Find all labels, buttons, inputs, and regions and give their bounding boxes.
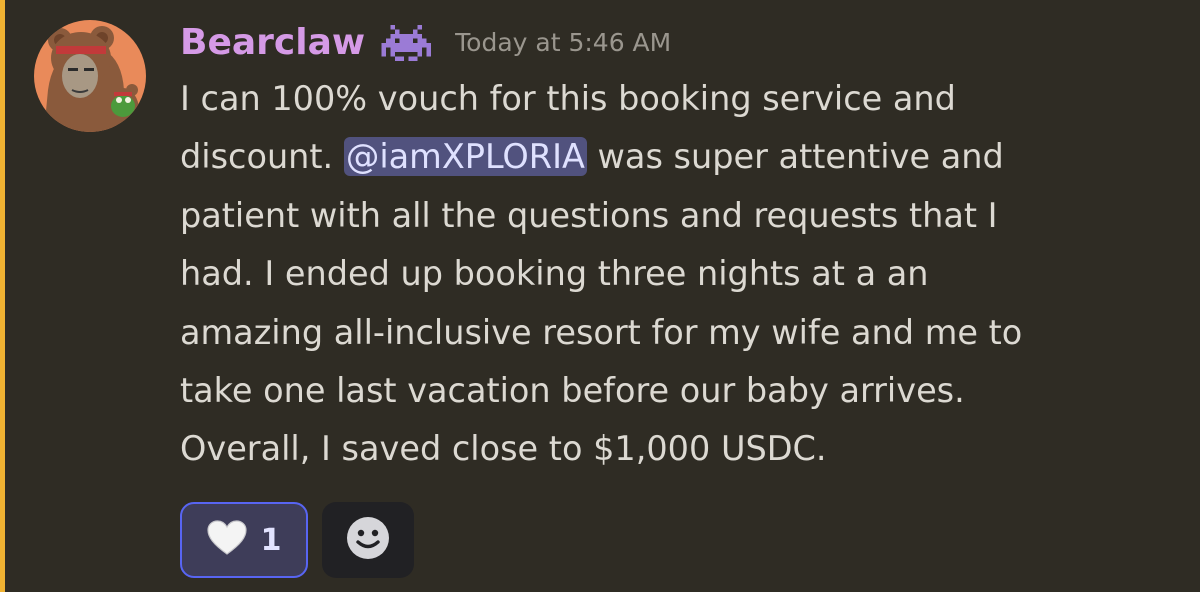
message-header: Bearclaw Today at 5:46 AM <box>180 16 671 70</box>
mention-highlight-bar <box>0 0 5 592</box>
message-line: Overall, I saved close to $1,000 USDC. <box>180 420 1180 478</box>
avatar[interactable] <box>34 20 146 132</box>
message-timestamp[interactable]: Today at 5:46 AM <box>455 16 671 70</box>
message-line: patient with all the questions and reque… <box>180 187 1180 245</box>
message-text: was super attentive and <box>586 137 1004 177</box>
reaction-heart-button[interactable]: 1 <box>180 502 308 578</box>
message-text: patient with all the questions and reque… <box>180 195 998 235</box>
author-name[interactable]: Bearclaw <box>180 16 365 70</box>
add-reaction-button[interactable] <box>322 502 414 578</box>
message-line: take one last vacation before our baby a… <box>180 362 1180 420</box>
message-line: discount. @iamXPLORIA was super attentiv… <box>180 128 1180 186</box>
message-text: I can 100% vouch for this booking servic… <box>180 79 956 118</box>
message-content: I can 100% vouch for this booking servic… <box>180 70 1180 479</box>
space-invader-icon <box>379 25 433 61</box>
message-text: Overall, I saved close to $1,000 USDC. <box>180 429 827 469</box>
message-line: had. I ended up booking three nights at … <box>180 245 1180 303</box>
message-line: I can 100% vouch for this booking servic… <box>180 70 1180 128</box>
chat-message: Bearclaw Today at 5:46 AM I can 100% vou… <box>0 0 1200 592</box>
reaction-count: 1 <box>260 522 282 558</box>
message-text: amazing all-inclusive resort for my wife… <box>180 312 1023 352</box>
bear-avatar-icon <box>34 20 146 132</box>
reactions-bar: 1 <box>180 502 414 578</box>
message-text: take one last vacation before our baby a… <box>180 371 965 411</box>
message-line: amazing all-inclusive resort for my wife… <box>180 304 1180 362</box>
smiley-face-icon <box>346 516 390 564</box>
message-text: had. I ended up booking three nights at … <box>180 254 929 294</box>
white-heart-icon <box>206 520 247 560</box>
user-mention[interactable]: @iamXPLORIA <box>343 137 587 177</box>
message-text: discount. <box>180 137 344 177</box>
